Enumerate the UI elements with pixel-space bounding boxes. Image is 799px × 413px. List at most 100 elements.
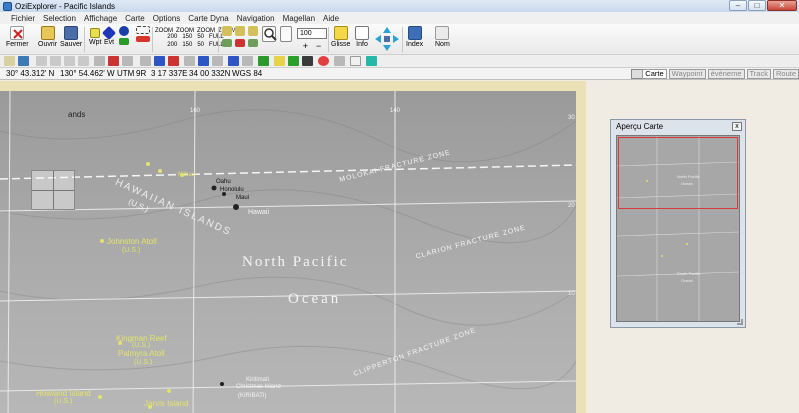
resize-grip-icon[interactable] (737, 319, 743, 325)
map-canvas[interactable]: HAWAIIAN ISLANDS (U.S.) MOLOKAI FRACTURE… (0, 81, 586, 413)
zoom-value2-2[interactable]: 150 (182, 42, 192, 48)
scanned-map[interactable]: HAWAIIAN ISLANDS (U.S.) MOLOKAI FRACTURE… (0, 91, 576, 413)
toolbar-separator (328, 27, 329, 52)
pencil-icon[interactable] (274, 56, 285, 66)
zoom-value2-3[interactable]: 50 (197, 42, 204, 48)
zoom-value-2[interactable]: 150 (182, 34, 192, 40)
map-label-lon160: 160 (190, 108, 201, 114)
nmea-icon[interactable] (258, 56, 269, 66)
index-button[interactable]: Index (406, 26, 423, 48)
menu-carte-dyna[interactable]: Carte Dyna (188, 14, 228, 23)
gps-icon-1[interactable] (94, 56, 105, 66)
layer-icon-2 (235, 26, 245, 36)
map-label-lon140: 140 (390, 108, 401, 114)
tool-icon-6[interactable] (78, 56, 89, 66)
event-icon (101, 25, 117, 41)
sauver-button[interactable]: Sauver (60, 26, 82, 48)
evt-button[interactable]: Evt (101, 25, 117, 46)
gps-icon-4[interactable] (140, 56, 151, 66)
info-button[interactable]: Info (355, 26, 369, 48)
zoom-out-icon[interactable]: − (316, 41, 321, 51)
gps-icon-10[interactable] (228, 56, 239, 66)
menu-aide[interactable]: Aide (323, 14, 339, 23)
map-label-jarvis: Jarvis Island (144, 399, 189, 408)
gps-icon-11[interactable] (242, 56, 253, 66)
tool-icon-1[interactable] (4, 56, 15, 66)
stop-icon[interactable] (318, 56, 329, 66)
map-label-lat20: 20 (568, 203, 575, 209)
map-layer-buttons[interactable] (222, 26, 258, 47)
map-label-lat30: 30 (568, 115, 575, 121)
menu-magellan[interactable]: Magellan (283, 14, 315, 23)
gps-icon-2[interactable] (108, 56, 119, 66)
move-arrows-button[interactable] (374, 26, 400, 52)
index-icon (407, 26, 422, 40)
preview-map[interactable]: North Pacific Ocean South Pacific Ocean (616, 135, 740, 322)
close-map-icon (10, 26, 25, 40)
tab-route[interactable]: Route (772, 69, 799, 79)
tab-waypoint[interactable]: Waypoint (668, 69, 706, 79)
panel-close-button[interactable]: x (732, 122, 742, 131)
layer-icon-3 (248, 26, 258, 36)
zoom-select[interactable]: 100 (297, 28, 327, 39)
gps-icon-7[interactable] (184, 56, 195, 66)
gps-icon-9[interactable] (212, 56, 223, 66)
route-icon-button[interactable] (119, 26, 129, 45)
tab-track[interactable]: Track (746, 69, 771, 79)
zoom-value-3[interactable]: 50 (197, 34, 204, 40)
check-icon[interactable] (288, 56, 299, 66)
find-button[interactable] (262, 26, 277, 42)
menu-carte[interactable]: Carte (125, 14, 145, 23)
gps-icon-6[interactable] (168, 56, 179, 66)
tab-evenement[interactable]: événeme (707, 69, 745, 79)
menu-bar: Fichier Selection Affichage Carte Option… (0, 12, 799, 24)
menu-affichage[interactable]: Affichage (84, 14, 117, 23)
title-bar: OziExplorer - Pacific Islands – □ ✕ (0, 0, 799, 12)
zoom-window-button[interactable] (280, 26, 292, 42)
tool-icon-2[interactable] (18, 56, 29, 66)
graph-icon[interactable] (350, 56, 361, 66)
nom-button[interactable]: Nom (435, 26, 450, 48)
map-preview-panel[interactable]: Aperçu Carte x North Pacific Ocean South… (610, 119, 746, 328)
layer-icon-5 (235, 39, 245, 47)
zoom-control[interactable]: 100 + − (297, 28, 327, 51)
close-button[interactable]: ✕ (767, 0, 797, 11)
menu-navigation[interactable]: Navigation (237, 14, 275, 23)
menu-fichier[interactable]: Fichier (11, 14, 35, 23)
map-label-honolulu: Honolulu (220, 187, 244, 193)
tool-icon-4[interactable] (50, 56, 61, 66)
zoom-value2-1[interactable]: 200 (167, 42, 177, 48)
preview-label-ocean-south: Ocean (681, 278, 693, 283)
menu-options[interactable]: Options (153, 14, 181, 23)
secondary-toolbar (0, 55, 799, 68)
maximize-button[interactable]: □ (748, 0, 766, 11)
minimize-button[interactable]: – (729, 0, 747, 11)
map-label-howland: Howland Island (36, 389, 91, 398)
save-disk-icon (64, 26, 79, 40)
northing-readout: 34 00 332N (189, 69, 231, 78)
panel-title: Aperçu Carte (616, 122, 664, 131)
track-tool-button[interactable] (136, 26, 150, 42)
toolbar-separator (84, 27, 85, 52)
menu-selection[interactable]: Selection (43, 14, 76, 23)
tab-carte[interactable]: Carte (642, 69, 667, 79)
gps-icon-8[interactable] (198, 56, 209, 66)
signal-icon[interactable] (366, 56, 377, 66)
gps-icon-3[interactable] (122, 56, 133, 66)
layer-icon-1 (222, 26, 232, 36)
map-label-lat10: 10 (568, 291, 575, 297)
ouvrir-button[interactable]: Ouvrir (38, 26, 57, 48)
wpt-button[interactable]: Wpt (89, 26, 101, 46)
zoom-in-icon[interactable]: + (303, 41, 308, 51)
window-title: OziExplorer - Pacific Islands (15, 1, 116, 11)
tool-icon-3[interactable] (36, 56, 47, 66)
zoom-value-1[interactable]: 200 (167, 34, 177, 40)
tool-icon-5[interactable] (64, 56, 75, 66)
map-cursor-crosshair[interactable] (31, 170, 75, 210)
fermer-button[interactable]: Fermer (6, 26, 29, 48)
gps-icon-5[interactable] (154, 56, 165, 66)
preview-viewport-box[interactable] (618, 137, 738, 209)
grid-icon[interactable] (334, 56, 345, 66)
anchor-icon[interactable] (302, 56, 313, 66)
glisse-button[interactable]: Glisse (331, 26, 350, 48)
